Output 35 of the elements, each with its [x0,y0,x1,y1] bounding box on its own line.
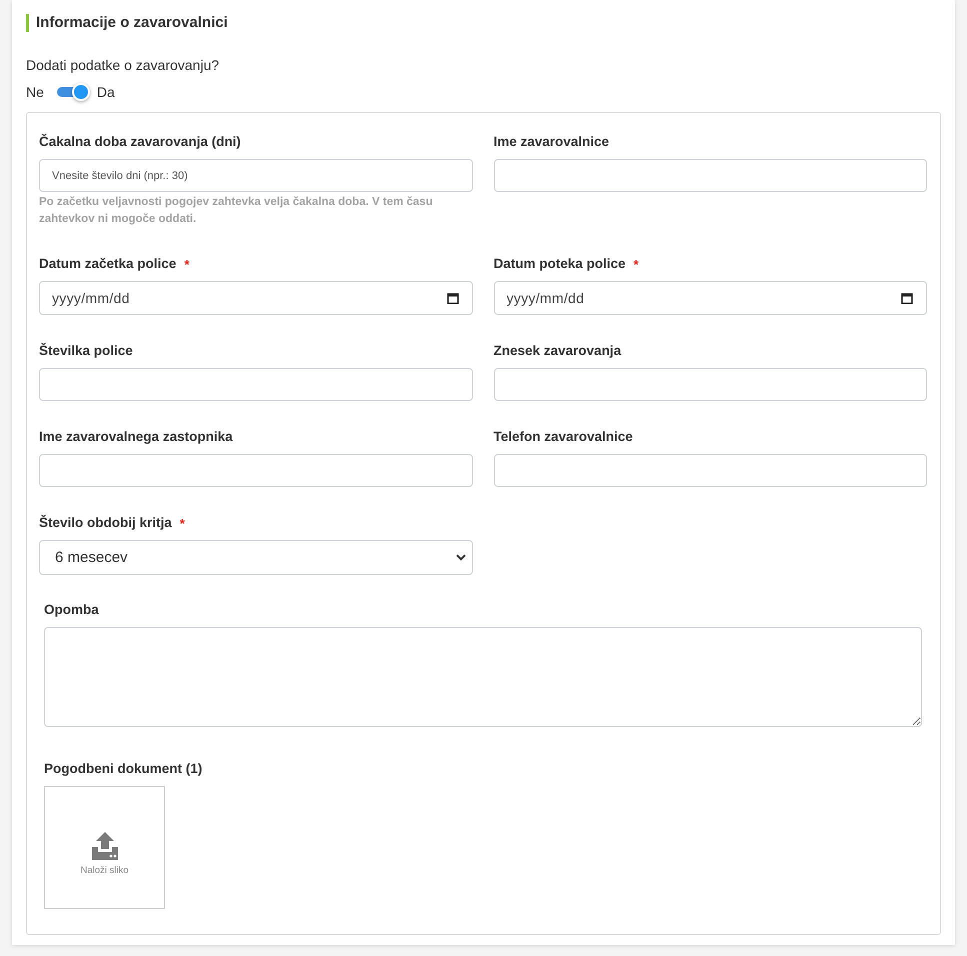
upload-button[interactable]: Naloži sliko [44,786,165,909]
required-asterisk: * [180,516,185,530]
text-field[interactable] [494,159,927,192]
field-label: Število obdobij kritja [39,514,172,532]
field-label: Telefon zavarovalnice [494,428,633,446]
field-label: Ime zavarovalnice [494,133,610,151]
field-label: Datum začetka police [39,255,176,273]
text-field[interactable] [494,454,927,487]
field-label: Opomba [44,601,99,619]
upload-icon [90,831,120,861]
toggle-off-label: Ne [26,84,44,100]
field-label: Čakalna doba zavarovanja (dni) [39,133,241,151]
date-field[interactable]: yyyy/mm/dd [494,281,927,315]
select-field[interactable]: 6 mesecev [39,540,472,575]
text-field[interactable] [494,368,927,401]
calendar-icon[interactable] [446,292,458,304]
field-label: Znesek zavarovanja [494,342,622,360]
calendar-icon[interactable] [901,292,913,304]
toggle-question: Dodati podatke o zavarovanju? [26,57,220,74]
field-label: Pogodbeni dokument (1) [44,760,202,778]
date-field[interactable]: yyyy/mm/dd [39,281,472,315]
toggle-on-label: Da [96,84,115,100]
text-field[interactable] [39,368,472,401]
required-asterisk: * [634,256,639,272]
required-asterisk: * [184,256,190,272]
text-field[interactable] [39,454,472,487]
help-text: Po začetku veljavnosti pogojev zahtevka velja čakalna doba. V tem času zahtevkov ni mogoče oddati. [39,195,434,227]
text-field[interactable]: Vnesite število dni (npr.: 30) [39,159,472,192]
field-label: Številka police [39,342,133,360]
field-label: Datum poteka police [494,255,626,273]
note-field[interactable] [44,627,922,727]
toggle-switch[interactable] [56,82,90,102]
field-label: Ime zavarovalnega zastopnika [39,428,233,446]
chevron-down-icon [456,554,466,561]
section-title: Informacije o zavarovalnici [26,14,941,32]
